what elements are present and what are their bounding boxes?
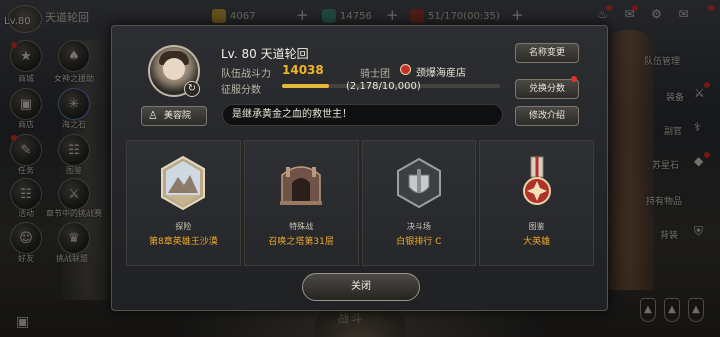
card-value: 召唤之塔第31层: [268, 237, 334, 247]
card-title: 决斗场: [406, 222, 431, 231]
beauty-salon-label: 美容院: [164, 111, 192, 121]
card-value: 第8章英雄王沙漠: [149, 237, 218, 247]
conquest-progress-fill: [282, 84, 330, 88]
exchange-points-button[interactable]: 兑换分数: [515, 79, 579, 99]
guild-emblem-icon: [400, 64, 411, 75]
medal-icon: [522, 156, 551, 205]
adventure-badge-icon: [161, 155, 206, 211]
power-value: 14038: [282, 63, 324, 77]
card-arena[interactable]: 决斗场 白银排行 C: [361, 140, 477, 266]
beauty-salon-button[interactable]: ♙ 美容院: [141, 106, 207, 126]
arena-shield-icon: [396, 157, 441, 209]
card-adventure[interactable]: 探险 第8章英雄王沙漠: [126, 140, 241, 266]
close-button[interactable]: 关闭: [302, 273, 420, 301]
profile-motto: 是继承黄金之血的救世主！: [222, 104, 503, 126]
achievement-cards: 探险 第8章英雄王沙漠 特殊战 召唤之塔第31层 决斗场 白银排行 C 图鉴 大…: [126, 140, 594, 266]
edit-intro-button[interactable]: 修改介绍: [515, 106, 579, 126]
guild-label: 骑士团: [360, 69, 390, 80]
conquest-label: 征服分数: [221, 85, 261, 96]
card-value: 白银排行 C: [396, 237, 442, 247]
rename-button[interactable]: 名称变更: [515, 43, 579, 63]
card-value: 大英雄: [523, 237, 551, 247]
change-avatar-icon[interactable]: ↻: [184, 81, 200, 97]
profile-level-name: Lv. 80 天道轮回: [221, 47, 309, 61]
card-title: 探险: [175, 222, 192, 231]
tower-gate-icon: [280, 166, 323, 205]
power-label: 队伍战斗力: [221, 69, 271, 80]
notify-dot: [571, 76, 577, 82]
conquest-value: (2,178/10,000): [346, 81, 421, 92]
card-codex[interactable]: 图鉴 大英雄: [479, 140, 594, 266]
card-special-battle[interactable]: 特殊战 召唤之塔第31层: [243, 140, 359, 266]
guild-name: 颈爆海産店: [416, 68, 466, 79]
person-icon: ♙: [148, 109, 158, 122]
avatar-face: [163, 58, 185, 80]
profile-dialog: ↻ Lv. 80 天道轮回 队伍战斗力 14038 骑士团 颈爆海産店 征服分数…: [111, 25, 608, 311]
card-title: 特殊战: [289, 222, 314, 231]
card-title: 图鉴: [528, 222, 545, 231]
